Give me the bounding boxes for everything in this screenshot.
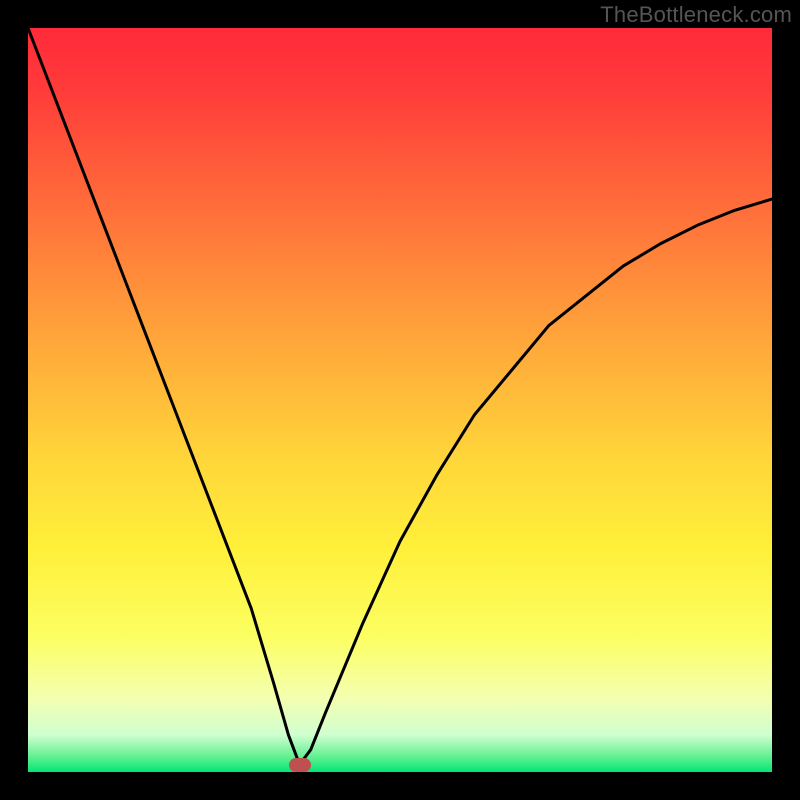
plot-area (28, 28, 772, 772)
minimum-marker (289, 758, 311, 772)
watermark-text: TheBottleneck.com (600, 2, 792, 28)
chart-frame: TheBottleneck.com (0, 0, 800, 800)
